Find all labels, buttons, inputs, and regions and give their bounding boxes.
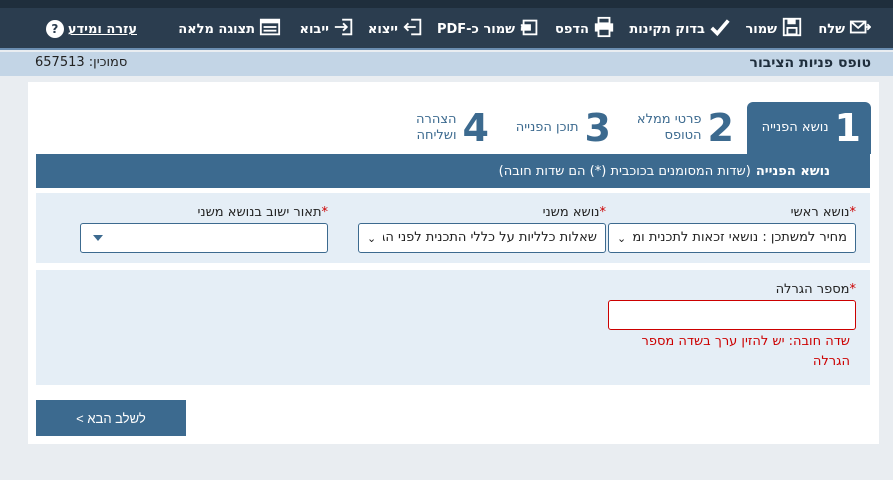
toolbar: שלח שמור בדוק תקינות הדפס PDF שמור כ-PDF…	[0, 0, 893, 50]
lottery-error-message: שדה חובה: יש להזין ערך בשדה מספר הגרלה	[642, 332, 850, 372]
step-number: 3	[584, 106, 611, 150]
step-number: 1	[834, 106, 861, 150]
import-icon	[333, 16, 355, 42]
export-icon	[402, 16, 424, 42]
fullscreen-icon	[259, 16, 281, 42]
sub-topic-value: שאלות כלליות על כללי התכנית לפני הגר	[383, 230, 597, 245]
main-topic-value: מחיר למשתכן : נושאי זכאות לתכנית ומי	[633, 230, 847, 245]
save-label: שמור	[745, 21, 777, 37]
print-button[interactable]: הדפס	[555, 14, 615, 44]
step-1[interactable]: 1 נושא הפנייה	[747, 102, 871, 154]
step-label: הצהרה ושליחה	[416, 111, 457, 143]
step-label: נושא הפנייה	[761, 119, 829, 135]
checkmark-icon	[709, 16, 731, 42]
help-label: עזרה ומידע	[67, 21, 137, 37]
lottery-number-input[interactable]	[608, 300, 856, 330]
lottery-field-row: *מספר הגרלה שדה חובה: יש להזין ערך בשדה …	[36, 270, 870, 385]
lottery-label: *מספר הגרלה	[775, 282, 856, 297]
sub-topic-select[interactable]: שאלות כלליות על כללי התכנית לפני הגר ⌄	[358, 223, 606, 253]
step-label: תוכן הפנייה	[515, 119, 579, 135]
save-pdf-label: שמור כ-PDF	[436, 21, 515, 37]
chevron-down-icon: ⌄	[367, 232, 377, 245]
next-step-button[interactable]: לשלב הבא >	[36, 400, 186, 436]
fullscreen-label: תצוגה מלאה	[178, 21, 255, 37]
topic-fields-row: *נושא ראשי מחיר למשתכן : נושאי זכאות לתכ…	[36, 193, 870, 263]
step-number: 4	[462, 106, 489, 150]
pdf-icon: PDF	[509, 16, 541, 42]
section-note: (שדות המסומנים בכוכבית (*) הם שדות חובה)	[498, 163, 751, 179]
step-number: 2	[707, 106, 734, 150]
wizard-steps: 1 נושא הפנייה 2 פרטי ממלא הטופס 3 תוכן ה…	[28, 102, 879, 154]
error-line-1: שדה חובה: יש להזין ערך בשדה מספר	[641, 334, 850, 349]
step-label: פרטי ממלא הטופס	[636, 111, 702, 143]
form-panel: 1 נושא הפנייה 2 פרטי ממלא הטופס 3 תוכן ה…	[28, 82, 879, 444]
export-button[interactable]: ייצוא	[368, 14, 424, 44]
import-label: ייבוא	[299, 21, 329, 37]
error-line-2: הגרלה	[812, 354, 850, 370]
step-2[interactable]: 2 פרטי ממלא הטופס	[622, 102, 734, 154]
triangle-down-icon	[93, 235, 103, 241]
settlement-select[interactable]	[80, 223, 328, 253]
validate-button[interactable]: בדוק תקינות	[629, 14, 731, 44]
step-3[interactable]: 3 תוכן הפנייה	[511, 102, 611, 154]
help-button[interactable]: עזרה ומידע ?	[45, 14, 137, 44]
title-bar: טופס פניות הציבור סמוכין: 657513	[0, 52, 893, 76]
sub-topic-label: *נושא משני	[542, 205, 606, 220]
settlement-label: *תאור ישוב בנושא משני	[197, 205, 328, 220]
send-button[interactable]: שלח	[818, 14, 872, 44]
print-label: הדפס	[555, 21, 589, 37]
main-topic-label: *נושא ראשי	[790, 205, 856, 220]
section-title: נושא הפנייה	[755, 163, 830, 179]
send-label: שלח	[818, 21, 845, 37]
import-button[interactable]: ייבוא	[299, 14, 355, 44]
svg-text:PDF: PDF	[519, 26, 522, 32]
reference-number: סמוכין: 657513	[35, 55, 128, 70]
send-icon	[849, 16, 872, 42]
fullscreen-button[interactable]: תצוגה מלאה	[178, 14, 281, 44]
main-topic-select[interactable]: מחיר למשתכן : נושאי זכאות לתכנית ומי ⌄	[608, 223, 856, 253]
save-button[interactable]: שמור	[745, 14, 803, 44]
export-label: ייצוא	[367, 21, 398, 37]
chevron-down-icon: ⌄	[617, 232, 627, 245]
section-header: נושא הפנייה (שדות המסומנים בכוכבית (*) ה…	[36, 154, 870, 188]
save-icon	[781, 16, 803, 42]
question-icon: ?	[45, 20, 64, 38]
step-4[interactable]: 4 הצהרה ושליחה	[409, 102, 489, 154]
page-title: טופס פניות הציבור	[749, 55, 871, 71]
validate-label: בדוק תקינות	[629, 21, 705, 37]
save-pdf-button[interactable]: PDF שמור כ-PDF	[437, 14, 541, 44]
toolbar-top-strip	[0, 0, 893, 8]
printer-icon	[593, 16, 615, 42]
